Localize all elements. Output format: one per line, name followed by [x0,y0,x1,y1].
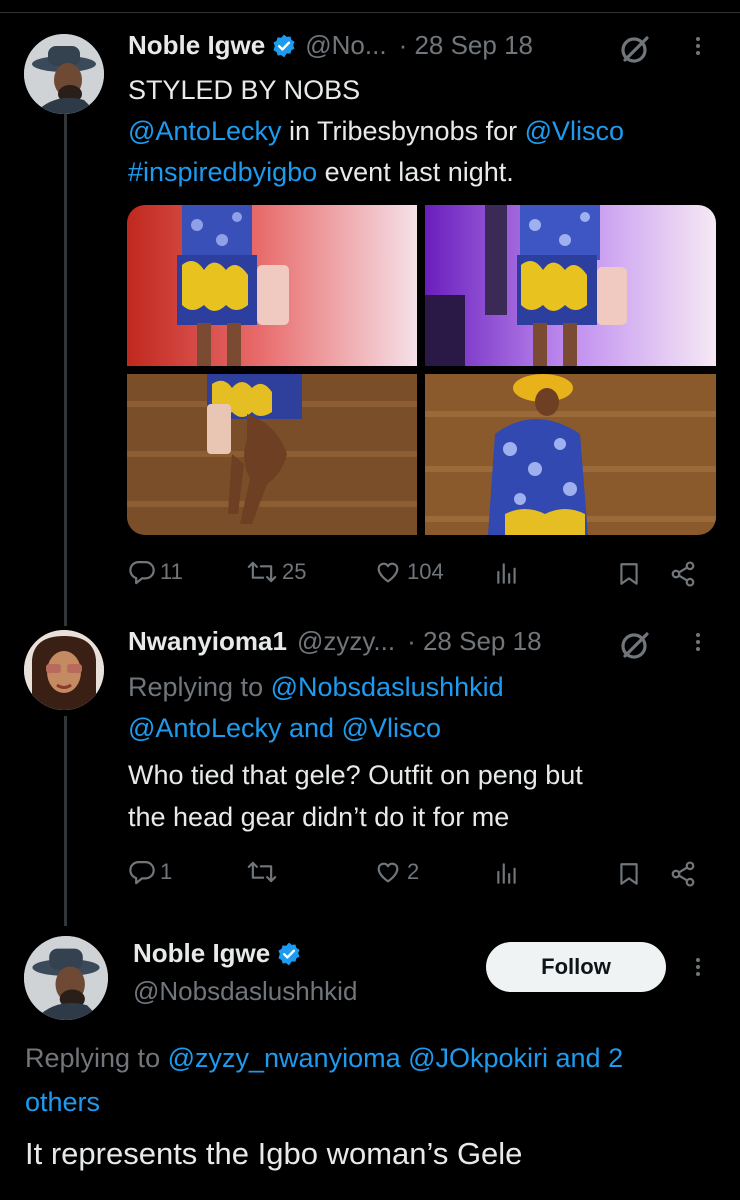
follow-button[interactable]: Follow [486,942,666,992]
author-name[interactable]: Noble Igwe [128,30,265,61]
verified-badge-icon [278,942,300,965]
like-button[interactable]: 2 [373,858,419,886]
reply-count: 11 [160,559,183,584]
reply-button[interactable]: 1 [128,858,172,886]
avatar[interactable] [24,630,104,710]
photo[interactable] [425,205,716,366]
tweet-header: Noble Igwe @No... · 28 Sep 18 [128,30,533,61]
views-button[interactable] [494,860,520,886]
replying-prefix: Replying to [25,1043,168,1073]
reply-button[interactable]: 11 [128,558,183,586]
reply-icon [129,560,155,585]
retweet-icon [247,861,277,883]
tweet-date[interactable]: · 28 Sep 18 [407,626,541,657]
grok-icon[interactable] [618,32,652,66]
mention-link[interactable]: @zyzy_nwanyioma @JOkpokiri and 2 [168,1043,624,1073]
like-icon [377,862,399,883]
tweet-text-line: STYLED BY NOBS [128,75,361,105]
share-button[interactable] [668,860,698,888]
photo[interactable] [127,374,417,535]
photo[interactable] [425,374,716,535]
share-icon [671,561,695,587]
reply-count: 1 [160,859,173,884]
photo[interactable] [127,205,417,366]
share-icon [671,861,695,887]
mention-link[interactable]: @Nobsdaslushhkid [271,672,504,702]
tweet-header: Nwanyioma1 @zyzy... · 28 Sep 18 [128,626,542,657]
avatar[interactable] [24,936,108,1020]
mention-link[interactable]: @AntoLecky [128,116,281,146]
more-icon[interactable] [695,955,701,979]
replying-to: Replying to @zyzy_nwanyioma @JOkpokiri a… [25,1036,715,1124]
author-handle[interactable]: @No... [305,30,386,61]
author-handle[interactable]: @zyzy... [297,626,395,657]
thread-line [64,106,67,626]
thread-line [64,716,67,926]
like-icon [377,562,399,583]
tweet-header: Noble Igwe [133,938,302,969]
like-count: 2 [407,859,420,884]
tweet-date[interactable]: · 28 Sep 18 [399,30,533,61]
mention-link[interactable]: others [25,1087,100,1117]
bookmark-icon [620,863,638,885]
mention-link[interactable]: @Vlisco [525,116,624,146]
tweet-text-line: the head gear didn’t do it for me [128,802,510,832]
tweet-text: in Tribesbynobs for [281,116,525,146]
bookmark-button[interactable] [616,860,642,888]
author-handle[interactable]: @Nobsdaslushhkid [133,976,357,1007]
tweet-text: event last night. [317,157,514,187]
action-bar: 11 25 104 [128,558,700,592]
retweet-icon [247,561,277,583]
views-icon [497,863,516,884]
tweet-text-line: Who tied that gele? Outfit on peng but [128,760,583,790]
author-name[interactable]: Noble Igwe [133,938,270,969]
retweet-count: 25 [282,559,307,584]
action-bar: 1 2 [128,858,700,892]
avatar[interactable] [24,34,104,114]
like-button[interactable]: 104 [373,558,444,586]
reply-icon [129,860,155,885]
tweet-text: It represents the Igbo woman’s Gele [25,1136,523,1171]
replying-to: Replying to @Nobsdaslushhkid [128,667,504,708]
views-icon [497,563,516,584]
grok-icon[interactable] [618,628,652,662]
verified-badge-icon [273,34,295,57]
hashtag-link[interactable]: #inspiredbyigbo [128,157,317,187]
replying-prefix: Replying to [128,672,271,702]
tweet-text-line: #inspiredbyigbo event last night. [128,152,514,193]
retweet-button[interactable] [246,858,278,886]
author-handle-row: @Nobsdaslushhkid [133,976,357,1007]
bookmark-button[interactable] [616,560,642,588]
media-grid [127,205,716,535]
bookmark-icon [620,563,638,585]
share-button[interactable] [668,560,698,588]
author-name[interactable]: Nwanyioma1 [128,626,287,657]
retweet-button[interactable]: 25 [246,558,306,586]
top-divider [0,12,740,13]
tweet-text-line: @AntoLecky in Tribesbynobs for @Vlisco [128,111,624,152]
more-icon[interactable] [695,34,701,58]
more-icon[interactable] [695,630,701,654]
like-count: 104 [407,559,444,584]
mention-link[interactable]: @AntoLecky and @Vlisco [128,708,441,749]
views-button[interactable] [494,560,520,586]
